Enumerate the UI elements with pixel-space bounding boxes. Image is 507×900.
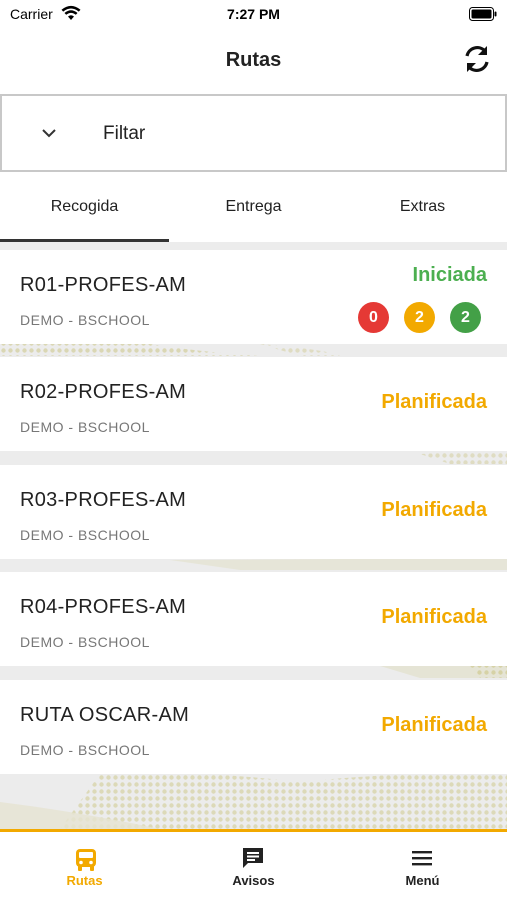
passenger-counts: 0 2 2 [358,302,481,334]
tabbar-item-menu[interactable]: Menú [338,832,507,900]
route-name: RUTA OSCAR-AM [20,704,190,726]
route-list[interactable]: R01-PROFES-AM DEMO - BSCHOOL Iniciada 0 … [0,242,507,829]
route-card[interactable]: RUTA OSCAR-AM DEMO - BSCHOOL Planificada [0,680,507,774]
filter-label: Filtar [103,123,146,144]
route-client: DEMO - BSCHOOL [20,742,150,758]
route-status: Planificada [381,714,487,736]
page-title: Rutas [225,49,282,71]
route-name: R04-PROFES-AM [20,596,187,618]
count-badge-pending: 2 [404,302,435,333]
tabbar-item-avisos[interactable]: Avisos [169,832,338,900]
battery-icon [469,7,497,21]
tab-label: Recogida [50,198,119,215]
tab-label: Extras [399,198,446,215]
status-bar: Carrier 7:27 PM [0,0,507,28]
route-client: DEMO - BSCHOOL [20,527,150,543]
count-badge-done: 2 [450,302,481,333]
route-client: DEMO - BSCHOOL [20,312,150,328]
route-status: Planificada [381,391,487,413]
filter-toggle[interactable]: Filtar [0,94,507,172]
tab-recogida[interactable]: Recogida [0,172,169,242]
tabbar-label: Rutas [66,873,103,888]
tab-label: Entrega [225,198,282,215]
nav-bar: Rutas [0,28,507,92]
refresh-icon [465,46,489,72]
route-card[interactable]: R01-PROFES-AM DEMO - BSCHOOL Iniciada 0 … [0,250,507,344]
route-status: Iniciada [412,264,487,286]
chat-icon [243,848,263,868]
chevron-down-icon [42,129,56,138]
tabbar-label: Menú [405,873,440,888]
count-badge-absent: 0 [358,302,389,333]
route-status: Planificada [381,499,487,521]
tabbar-label: Avisos [232,873,275,888]
tabbar-item-rutas[interactable]: Rutas [0,832,169,900]
refresh-button[interactable] [461,42,493,76]
tab-entrega[interactable]: Entrega [169,172,338,242]
segment-tabs: Recogida Entrega Extras [0,172,507,242]
route-card[interactable]: R03-PROFES-AM DEMO - BSCHOOL Planificada [0,465,507,559]
menu-icon [412,851,432,866]
route-name: R02-PROFES-AM [20,381,187,403]
bottom-tab-bar: Rutas Avisos Menú [0,829,507,900]
route-client: DEMO - BSCHOOL [20,419,150,435]
route-name: R01-PROFES-AM [20,274,187,296]
route-status: Planificada [381,606,487,628]
bus-icon [76,849,96,871]
route-card[interactable]: R02-PROFES-AM DEMO - BSCHOOL Planificada [0,357,507,451]
tab-extras[interactable]: Extras [338,172,507,242]
route-name: R03-PROFES-AM [20,489,187,511]
clock: 7:27 PM [227,6,280,22]
route-card[interactable]: R04-PROFES-AM DEMO - BSCHOOL Planificada [0,572,507,666]
route-client: DEMO - BSCHOOL [20,634,150,650]
